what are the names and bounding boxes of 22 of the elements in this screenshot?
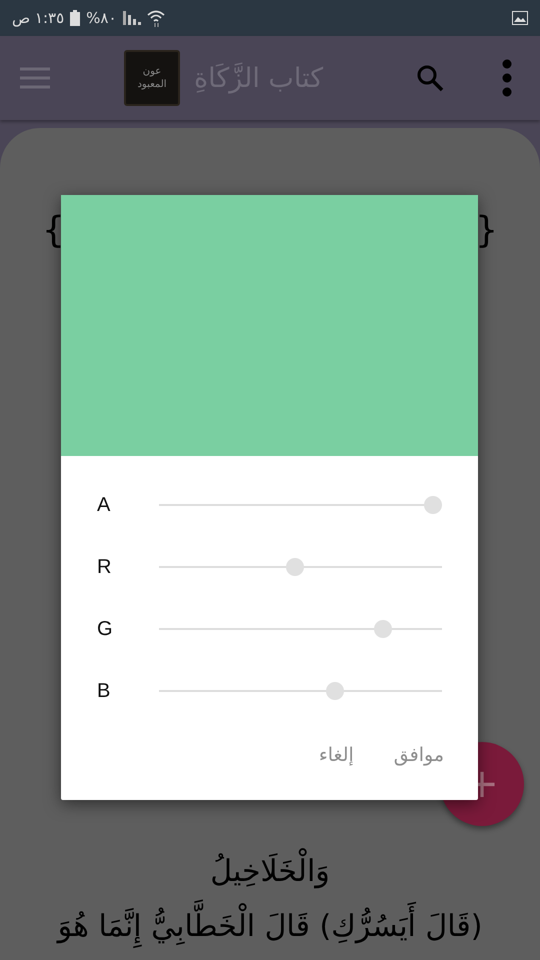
status-time: ١:٣٥ ص bbox=[12, 9, 64, 27]
brace-mark: } bbox=[475, 209, 498, 253]
text-line: (قَالَ أَيَسُرُّكِ) قَالَ الْخَطَّابِيُّ إِنَّمَا هُوَ bbox=[54, 901, 486, 952]
slider-thumb[interactable] bbox=[424, 496, 442, 514]
slider-label: B bbox=[97, 680, 111, 702]
signal-icon bbox=[122, 11, 141, 25]
slider-label: A bbox=[97, 494, 111, 516]
menu-icon[interactable] bbox=[20, 67, 50, 89]
battery-percent: %٨٠ bbox=[86, 9, 117, 27]
slider-thumb[interactable] bbox=[374, 620, 392, 638]
slider-thumb[interactable] bbox=[286, 558, 304, 576]
brace-mark: { bbox=[42, 209, 65, 253]
search-icon[interactable] bbox=[416, 64, 444, 92]
slider-label: G bbox=[97, 618, 111, 640]
app-logo: عون المعبود bbox=[124, 50, 180, 106]
image-icon bbox=[512, 11, 528, 25]
battery-icon bbox=[70, 10, 80, 26]
more-options-icon[interactable] bbox=[502, 59, 512, 97]
text-line: وَالْخَلَاخِيلُ bbox=[206, 846, 334, 897]
slider-thumb[interactable] bbox=[326, 682, 344, 700]
wifi-icon bbox=[146, 9, 165, 27]
slider-label: R bbox=[97, 556, 111, 578]
